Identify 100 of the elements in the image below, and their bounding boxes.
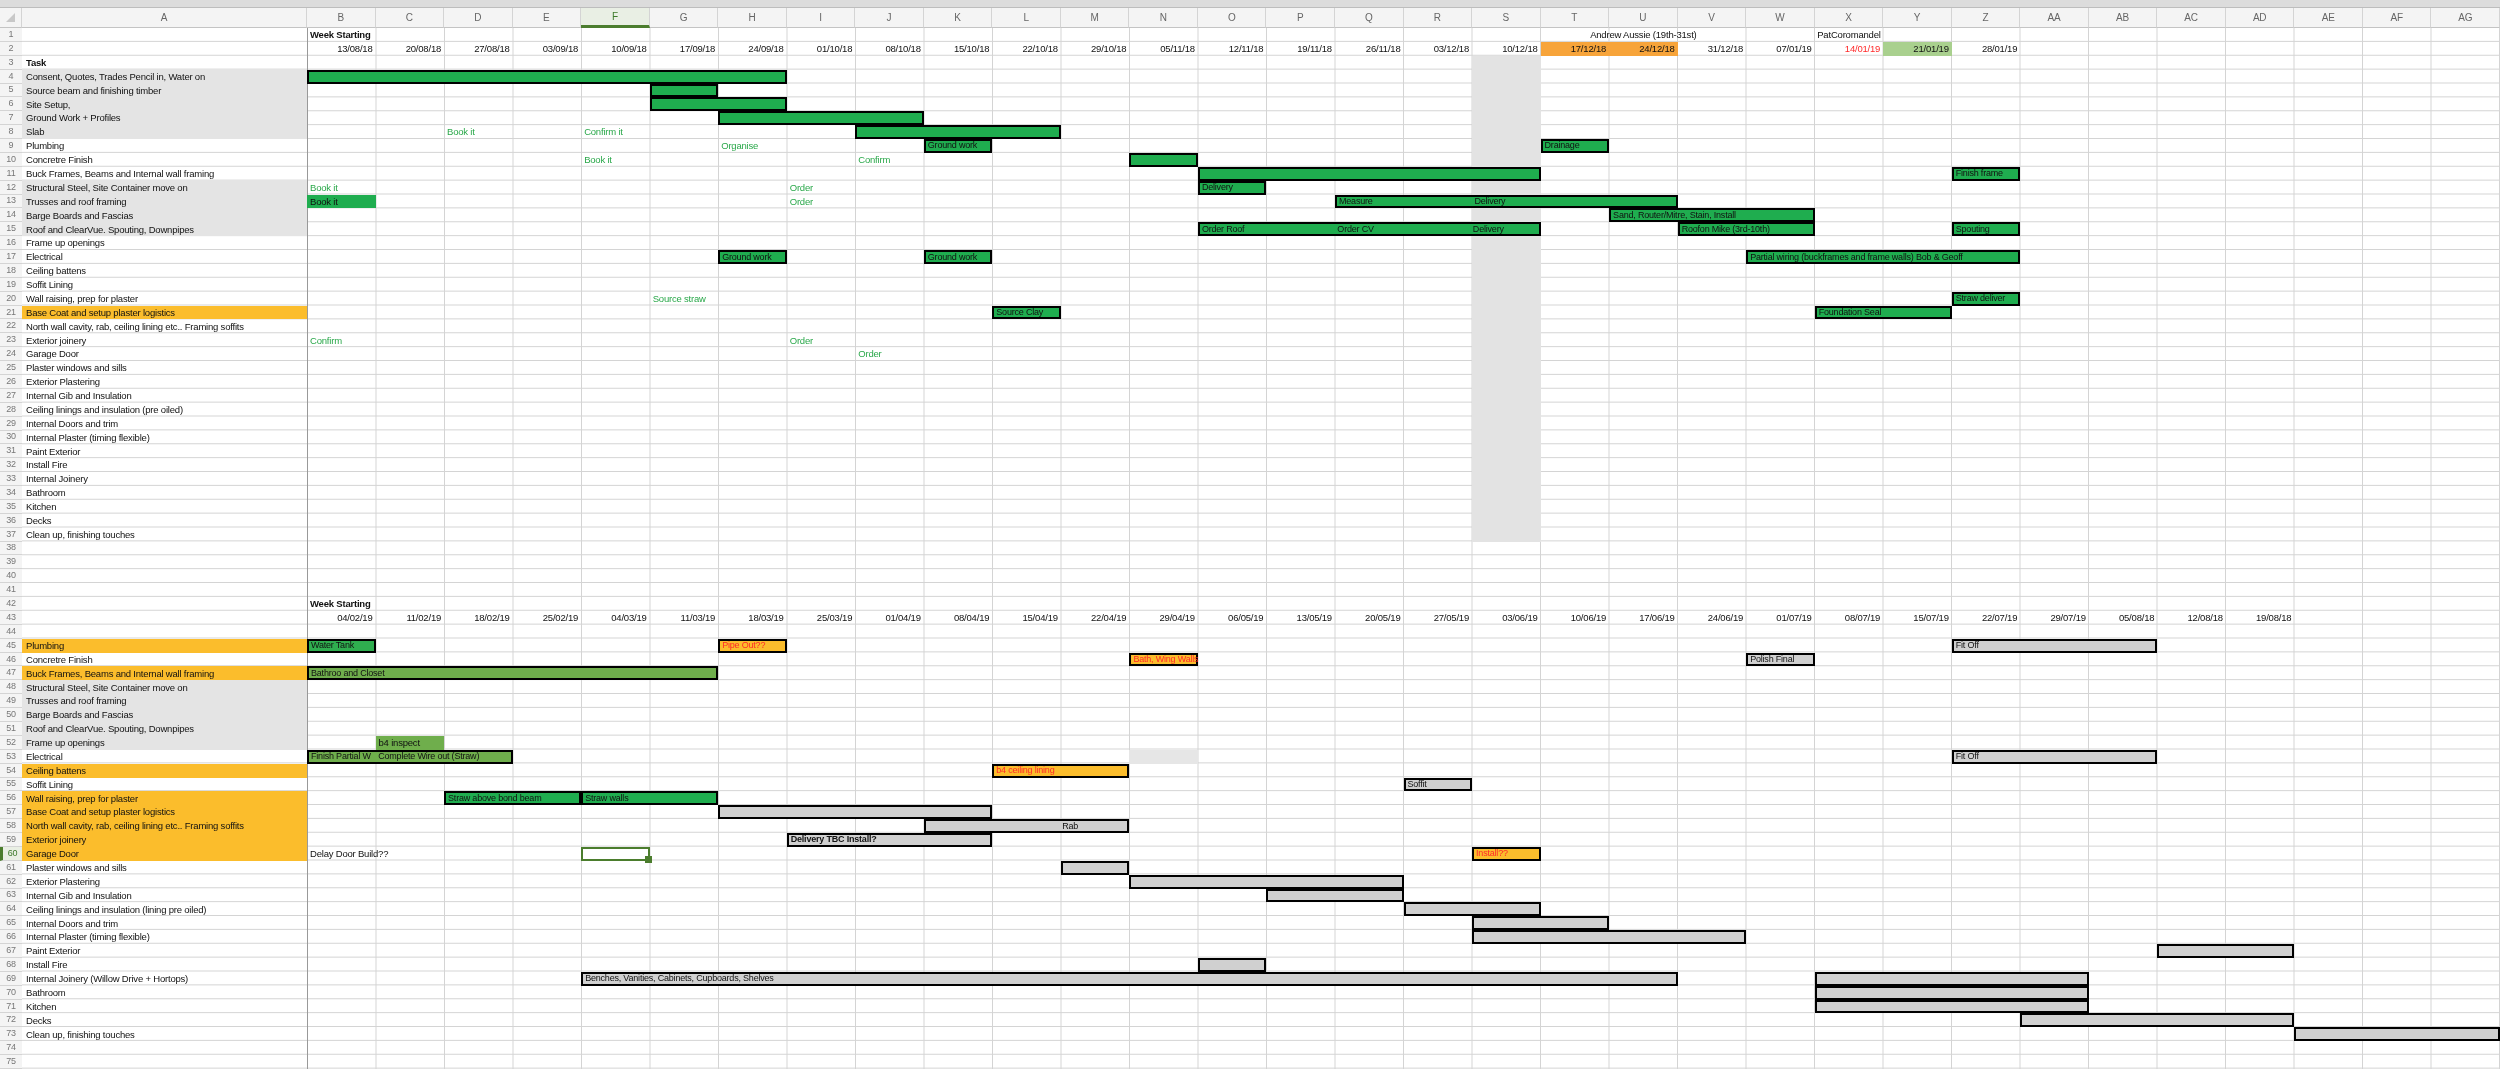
row-header[interactable]: 9 xyxy=(0,139,22,153)
task-cell: Buck Frames, Beams and Internal wall framing xyxy=(22,666,307,681)
row-header[interactable]: 72 xyxy=(0,1013,22,1028)
row-header[interactable]: 23 xyxy=(0,333,22,348)
cell-text: 19/08/18 xyxy=(2255,611,2293,625)
row-header[interactable]: 7 xyxy=(0,111,22,126)
cell-text: 20/08/18 xyxy=(404,42,443,56)
date-cell: 17/12/18 xyxy=(1540,41,1610,56)
task-cell-text: Concretre Finish xyxy=(25,652,94,667)
row-header[interactable]: 16 xyxy=(0,236,22,251)
row-header[interactable]: 40 xyxy=(0,569,22,584)
row-header[interactable]: 50 xyxy=(0,708,22,722)
row-header[interactable]: 49 xyxy=(0,694,22,709)
column-header[interactable]: L xyxy=(992,8,1061,28)
row-header[interactable]: 33 xyxy=(0,472,22,487)
row-header[interactable]: 48 xyxy=(0,680,22,695)
cell-text: Delay Door Build?? xyxy=(309,847,390,861)
row-header[interactable]: 31 xyxy=(0,444,22,459)
row-header[interactable]: 22 xyxy=(0,319,22,334)
cell-text: 22/04/19 xyxy=(1090,611,1128,625)
date-cell: 21/01/19 xyxy=(1883,41,1952,56)
task-cell: Base Coat and setup plaster logistics xyxy=(22,305,307,320)
row-header[interactable]: 14 xyxy=(0,208,22,223)
column-header[interactable]: D xyxy=(444,8,513,28)
task-cell: Structural Steel, Site Container move on xyxy=(22,180,307,195)
column-header[interactable]: AE xyxy=(2294,8,2363,28)
column-header[interactable]: V xyxy=(1677,8,1747,28)
task-bar: Drainage xyxy=(1540,139,1610,153)
row-header[interactable]: 75 xyxy=(0,1055,22,1069)
row-header[interactable]: 51 xyxy=(0,722,22,736)
column-header[interactable]: AD xyxy=(2225,8,2295,28)
reminder-text: Book it xyxy=(309,180,339,195)
row-header[interactable]: 64 xyxy=(0,902,22,917)
row-header[interactable]: 59 xyxy=(0,833,22,847)
cell-text: 27/05/19 xyxy=(1432,611,1471,625)
column-header[interactable]: N xyxy=(1129,8,1198,28)
row-header[interactable]: 39 xyxy=(0,555,22,570)
task-bar: Ground work xyxy=(923,139,993,153)
row-header[interactable]: 26 xyxy=(0,375,22,389)
column-header[interactable]: G xyxy=(649,8,719,28)
column-header[interactable]: AG xyxy=(2431,8,2500,28)
column-header[interactable]: AC xyxy=(2157,8,2226,28)
column-header[interactable]: Y xyxy=(1883,8,1952,28)
column-header[interactable]: P xyxy=(1266,8,1335,28)
column-header[interactable]: Z xyxy=(1951,8,2021,28)
row-header[interactable]: 73 xyxy=(0,1027,22,1042)
column-header[interactable]: B xyxy=(307,8,376,28)
row-header[interactable]: 32 xyxy=(0,458,22,473)
task-cell: Exterior joinery xyxy=(22,833,307,847)
column-header[interactable]: I xyxy=(786,8,856,28)
column-header[interactable]: A xyxy=(22,8,307,28)
cell-text: 22/10/18 xyxy=(1021,42,1059,56)
row-header[interactable]: 8 xyxy=(0,125,22,140)
row-header[interactable]: 65 xyxy=(0,916,22,931)
column-header[interactable]: K xyxy=(923,8,993,28)
row-header[interactable]: 67 xyxy=(0,944,22,958)
column-header[interactable]: E xyxy=(512,8,582,28)
column-header[interactable]: F xyxy=(581,8,650,28)
task-bar: Source Clay xyxy=(992,305,1061,320)
row-header[interactable]: 25 xyxy=(0,361,22,375)
column-header[interactable]: AB xyxy=(2088,8,2158,28)
column-header[interactable]: AA xyxy=(2020,8,2089,28)
cell-text: Week Starting xyxy=(309,28,372,42)
column-header[interactable]: S xyxy=(1472,8,1541,28)
column-header[interactable]: J xyxy=(855,8,924,28)
bar-label: Delivery xyxy=(1471,224,1505,234)
cell-text: 27/08/18 xyxy=(473,42,511,56)
row-header[interactable]: 17 xyxy=(0,250,22,264)
column-header[interactable]: C xyxy=(375,8,445,28)
column-header[interactable]: W xyxy=(1746,8,1815,28)
task-cell-text: Soffit Lining xyxy=(25,777,74,792)
column-header[interactable]: R xyxy=(1403,8,1473,28)
column-header[interactable]: AF xyxy=(2362,8,2432,28)
selected-cell[interactable] xyxy=(581,846,650,861)
row-header[interactable]: 74 xyxy=(0,1041,22,1056)
column-header[interactable]: T xyxy=(1540,8,1610,28)
row-header[interactable]: 24 xyxy=(0,347,22,362)
row-header[interactable]: 1 xyxy=(0,28,22,42)
row-header[interactable]: 42 xyxy=(0,597,22,611)
column-header[interactable]: M xyxy=(1060,8,1130,28)
row-header[interactable]: 47 xyxy=(0,666,22,681)
task-cell-text: Plaster windows and sills xyxy=(25,361,128,375)
column-header[interactable]: O xyxy=(1197,8,1267,28)
column-header[interactable]: U xyxy=(1609,8,1678,28)
column-header[interactable]: H xyxy=(718,8,787,28)
cell-text: 31/12/18 xyxy=(1706,42,1745,56)
row-header[interactable]: 15 xyxy=(0,222,22,237)
row-header[interactable]: 66 xyxy=(0,930,22,945)
row-header[interactable]: 41 xyxy=(0,583,22,598)
row-header[interactable]: 57 xyxy=(0,805,22,820)
row-header[interactable]: 56 xyxy=(0,791,22,806)
row-header[interactable]: 6 xyxy=(0,97,22,112)
column-header[interactable]: X xyxy=(1814,8,1884,28)
column-header[interactable]: Q xyxy=(1334,8,1404,28)
bar-label: Measure xyxy=(1337,197,1374,206)
row-header[interactable]: 34 xyxy=(0,486,22,500)
fill-handle[interactable] xyxy=(644,855,652,863)
task-cell-text: Internal Plaster (timing flexible) xyxy=(25,930,151,945)
row-header[interactable]: 58 xyxy=(0,819,22,834)
task-cell-text: Concretre Finish xyxy=(25,153,94,167)
